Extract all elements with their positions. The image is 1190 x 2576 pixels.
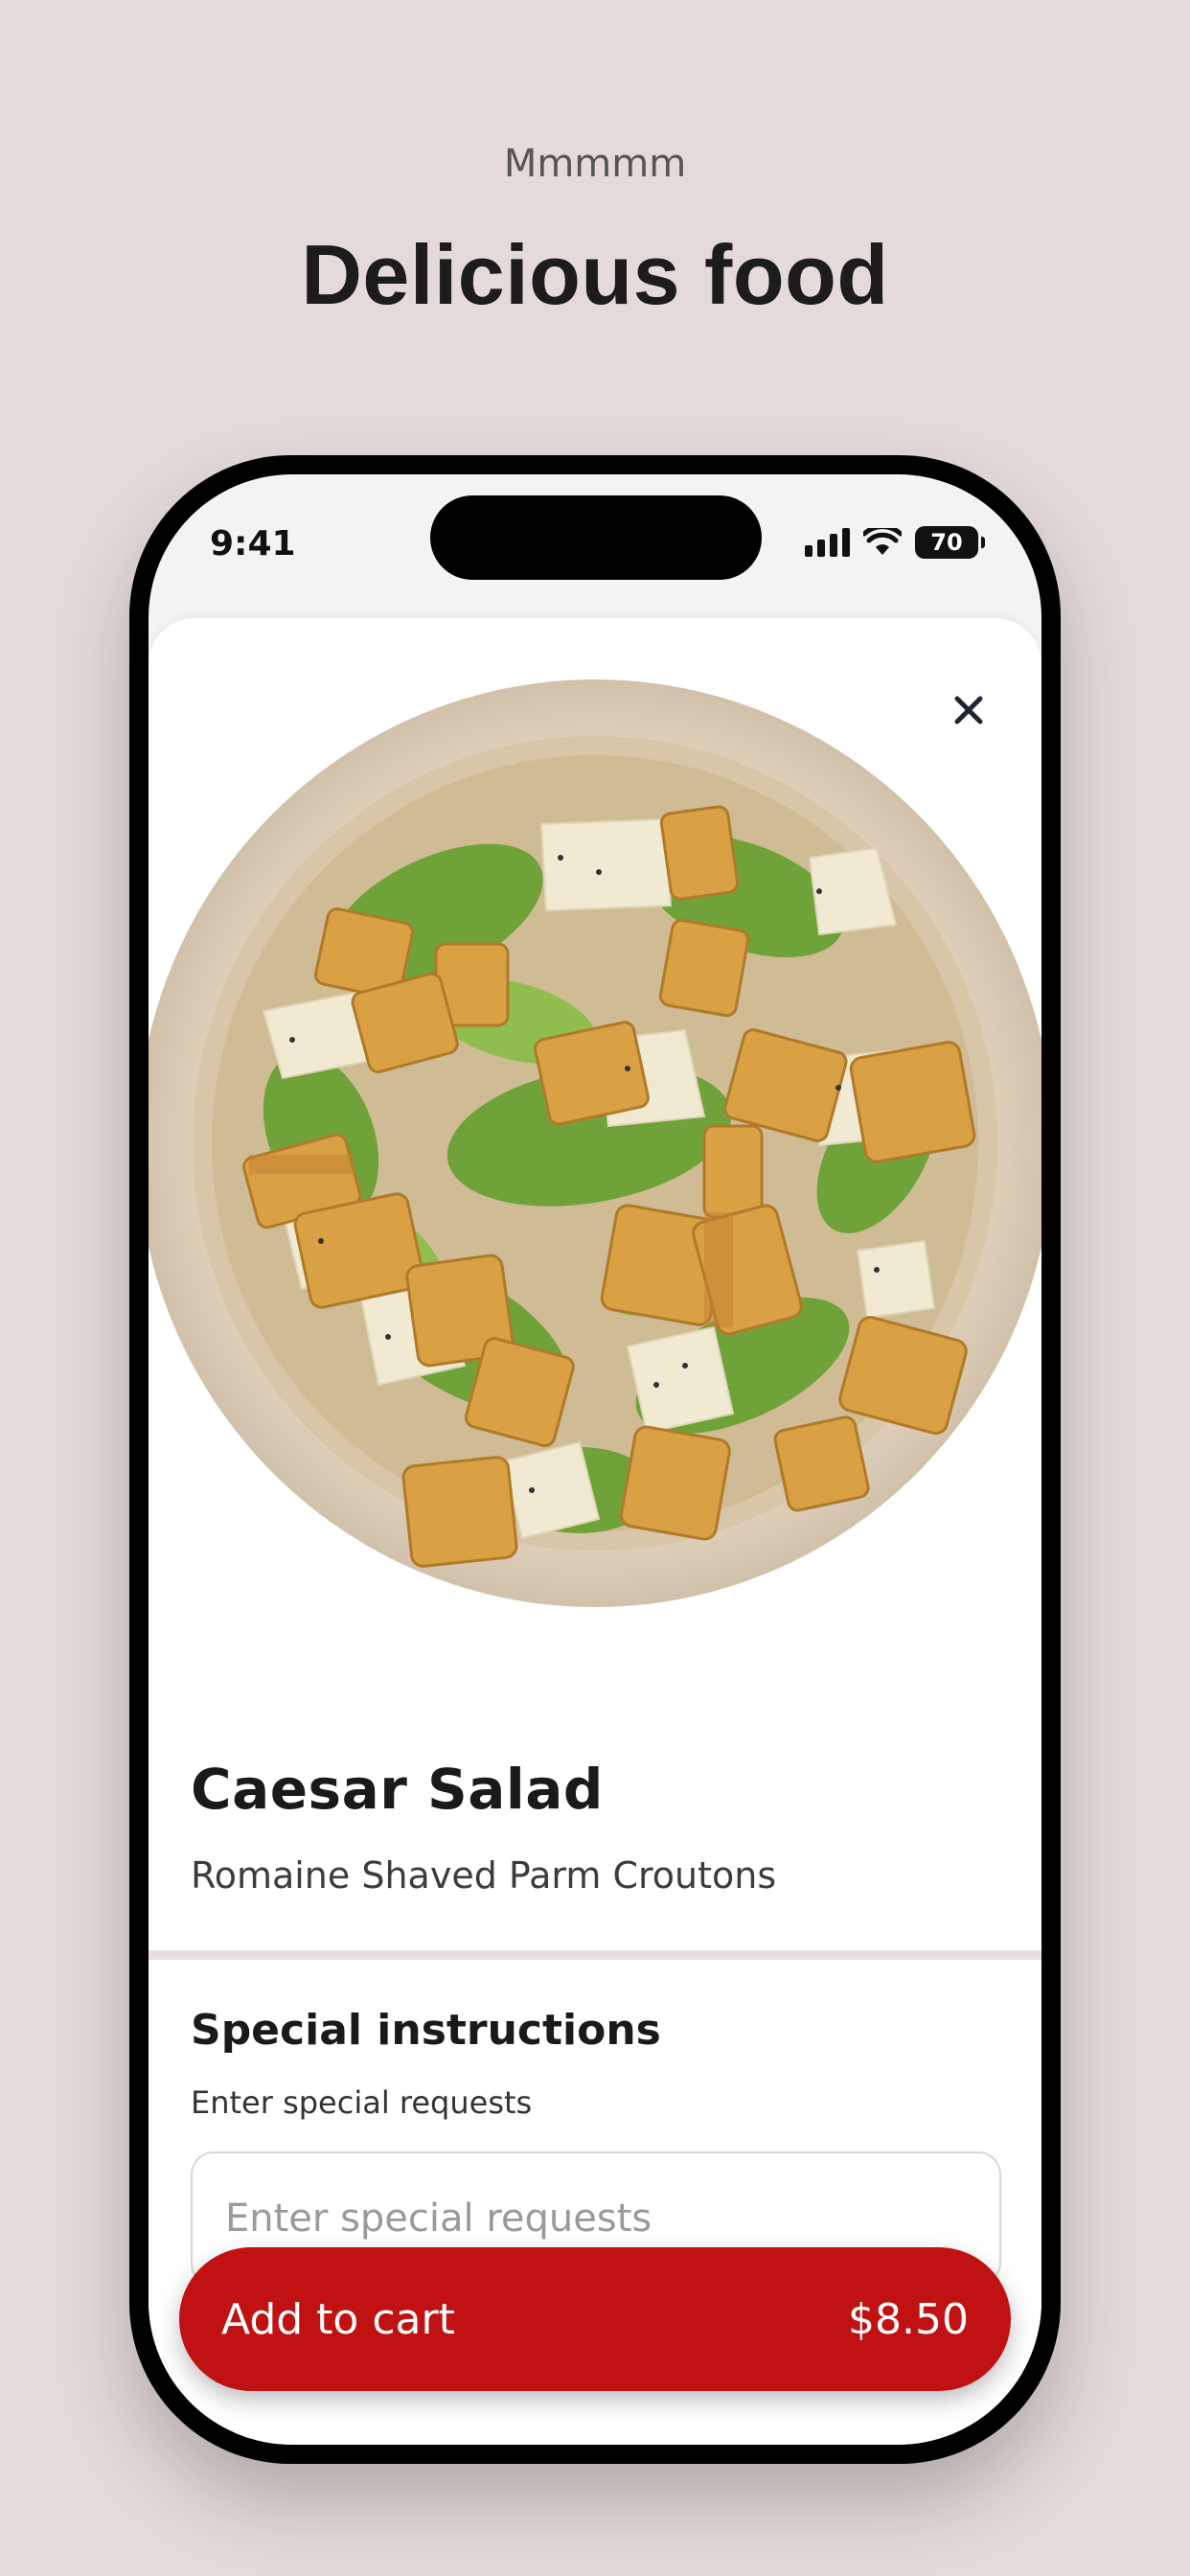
hero-kicker: Mmmmm	[503, 142, 687, 186]
wifi-icon	[863, 528, 902, 555]
product-sheet: Caesar Salad Romaine Shaved Parm Crouton…	[149, 618, 1041, 2445]
product-description: Romaine Shaved Parm Croutons	[191, 1854, 777, 1897]
status-time: 9:41	[210, 524, 296, 564]
close-button[interactable]	[940, 681, 997, 739]
dynamic-island	[430, 495, 762, 580]
status-icons: 70	[805, 526, 985, 559]
product-name: Caesar Salad	[191, 1757, 604, 1822]
hero-title: Delicious food	[301, 227, 889, 322]
section-divider	[149, 1950, 1041, 1960]
cellular-signal-icon	[805, 528, 850, 557]
add-to-cart-button[interactable]: Add to cart $8.50	[179, 2247, 1011, 2391]
special-instructions-subtitle: Enter special requests	[191, 2084, 533, 2121]
add-to-cart-label: Add to cart	[221, 2294, 455, 2344]
phone-frame: 9:41 70 Caesar Salad Romaine Shaved Parm…	[129, 455, 1061, 2464]
cart-price: $8.50	[848, 2294, 969, 2344]
status-bar: 9:41 70	[149, 474, 1041, 618]
caesar-salad-image	[149, 679, 1041, 1607]
battery-icon: 70	[915, 526, 985, 559]
phone-screen: 9:41 70 Caesar Salad Romaine Shaved Parm…	[149, 474, 1041, 2445]
special-instructions-title: Special instructions	[191, 2006, 661, 2055]
close-icon	[954, 696, 983, 724]
